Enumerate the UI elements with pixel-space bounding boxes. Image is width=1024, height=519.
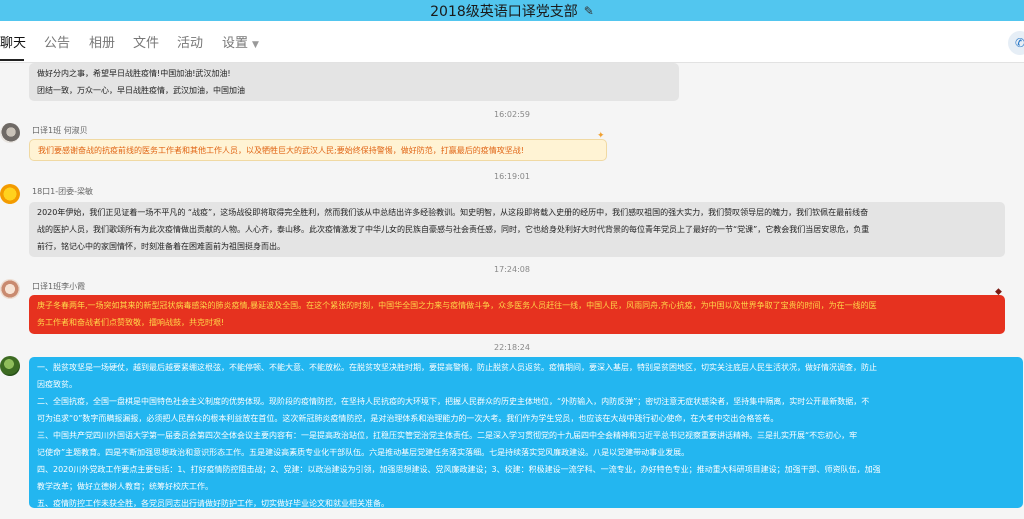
tab-settings[interactable]: 设置 ▼ — [222, 32, 259, 51]
message-line: 战的医护人员，我们歌颂所有为此次疫情做出贡献的人物。人心齐，泰山移。此次疫情激发… — [37, 225, 870, 234]
edit-icon[interactable]: ✎ — [584, 4, 594, 18]
avatar[interactable] — [0, 279, 20, 299]
sender-name: 口译1班李小霞 — [32, 282, 86, 291]
message-bubble: 我们要感谢奋战的抗疫前线的医务工作者和其他工作人员，以及牺牲巨大的武汉人民;要始… — [29, 139, 607, 161]
bubble-decoration-icon: ◆ — [995, 287, 1002, 297]
message-line: 团结一致，万众一心，早日战胜疫情，武汉加油，中国加油 — [37, 86, 245, 95]
chevron-down-icon: ▼ — [252, 40, 259, 50]
message-line: 可为追求“0”数字而瞒报漏报，必须把人民群众的根本利益放在首位。这次新冠肺炎疫情… — [37, 414, 779, 423]
message-bubble: 一、脱贫攻坚是一场硬仗，越到最后越要紧绷这根弦，不能停顿、不能大意、不能放松。在… — [29, 357, 1023, 508]
message-line: 二、全国抗疫，全国一盘棋是中国特色社会主义制度的优势体现。现阶段的疫情防控，在坚… — [37, 397, 870, 406]
timestamp: 17:24:08 — [494, 265, 530, 274]
message-line: 五、疫情防控工作未获全胜，各党员同志出行请做好防护工作，切实做好毕业论文和就业相… — [37, 499, 389, 508]
message-line: 2020年伊始，我们正见证着一场不平凡的 “战疫”，这场战役即将取得完全胜利，然… — [37, 208, 869, 217]
tab-activities[interactable]: 活动 — [177, 32, 203, 51]
message-bubble: 庚子冬春两年,一场突如其来的新型冠状病毒感染的肺炎疫情,暴延波及全国。在这个紧张… — [29, 295, 1005, 334]
message-bubble: 做好分内之事，希望早日战胜疫情!中国加油!武汉加油! 团结一致，万众一心，早日战… — [29, 63, 679, 101]
tab-files[interactable]: 文件 — [133, 32, 159, 51]
tab-bar: 聊天 公告 相册 文件 活动 设置 ▼ ✆ — [0, 21, 1024, 63]
group-title: 2018级英语口译党支部 — [430, 3, 578, 20]
active-tab-indicator — [0, 59, 24, 61]
timestamp: 16:02:59 — [494, 110, 530, 119]
message-line: 记使命”主题教育。四是不断加强思想政治和意识形态工作。五是建设高素质专业化干部队… — [37, 448, 690, 457]
message-line: 前行，铭记心中的家国情怀，时刻准备着在困难面前为祖国挺身而出。 — [37, 242, 285, 251]
bubble-decoration-icon: ✦ — [597, 131, 605, 141]
message-bubble: 2020年伊始，我们正见证着一场不平凡的 “战疫”，这场战役即将取得完全胜利，然… — [29, 202, 1005, 257]
tab-announcements[interactable]: 公告 — [44, 32, 70, 51]
phone-icon[interactable]: ✆ — [1008, 31, 1024, 55]
tab-settings-label: 设置 — [222, 36, 249, 51]
sender-name: 18口1-团委-梁敏 — [32, 187, 94, 196]
tab-chat[interactable]: 聊天 — [0, 32, 26, 51]
tab-album[interactable]: 相册 — [89, 32, 115, 51]
message-line: 四、2020川外党政工作要点主要包括：1、打好疫情防控阻击战；2、党建：以政治建… — [37, 465, 881, 474]
avatar[interactable] — [0, 123, 20, 143]
message-line: 一、脱贫攻坚是一场硬仗，越到最后越要紧绷这根弦，不能停顿、不能大意、不能放松。在… — [37, 363, 877, 372]
window-titlebar: 2018级英语口译党支部 ✎ — [0, 0, 1024, 21]
avatar[interactable] — [0, 356, 20, 376]
message-line: 我们要感谢奋战的抗疫前线的医务工作者和其他工作人员，以及牺牲巨大的武汉人民;要始… — [38, 146, 524, 155]
sender-name: 口译1班 何淑贝 — [32, 126, 88, 135]
timestamp: 16:19:01 — [494, 172, 530, 181]
message-line: 因疫致贫。 — [37, 380, 77, 389]
message-line: 务工作者和奋战者们点赞致敬，擂响战鼓，共克时艰! — [37, 318, 225, 327]
message-line: 三、中国共产党四川外国语大学第一届委员会第四次全体会议主要内容有：一是提高政治站… — [37, 431, 858, 440]
message-line: 做好分内之事，希望早日战胜疫情!中国加油!武汉加油! — [37, 69, 231, 78]
message-line: 教学改革；做好立德树人教育；统筹好校庆工作。 — [37, 482, 213, 491]
chat-message-area[interactable]: 做好分内之事，希望早日战胜疫情!中国加油!武汉加油! 团结一致，万众一心，早日战… — [0, 63, 1024, 519]
timestamp: 22:18:24 — [494, 343, 530, 352]
message-line: 庚子冬春两年,一场突如其来的新型冠状病毒感染的肺炎疫情,暴延波及全国。在这个紧张… — [37, 301, 877, 310]
avatar[interactable] — [0, 184, 20, 204]
